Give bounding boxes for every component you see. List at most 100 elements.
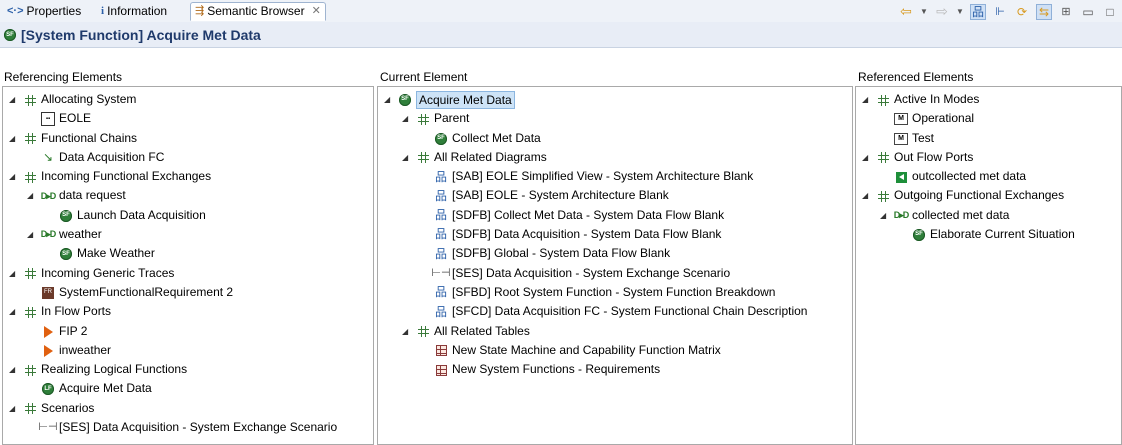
expand-twisty-icon[interactable]: ◢ (862, 186, 868, 205)
tree-item[interactable]: ⊢⊣ [SES] Data Acquisition - System Exchan… (378, 264, 852, 283)
tree-item-label: Launch Data Acquisition (77, 207, 206, 222)
expand-twisty-icon[interactable]: ◢ (862, 148, 868, 167)
tree-item[interactable]: SF Launch Data Acquisition (3, 206, 373, 225)
tree-item-icon-wrap: D▸D (40, 228, 57, 242)
referencing-elements-tree[interactable]: ◢ Allocating System ▪▪ EOLE ◢ Functional Chai… (2, 86, 374, 445)
expand-twisty-icon[interactable]: ◢ (9, 129, 15, 148)
expand-twisty-icon[interactable]: ◢ (402, 322, 408, 341)
tree-item[interactable]: 品 [SDFB] Data Acquisition - System Data F… (378, 225, 852, 244)
expand-twisty-icon[interactable]: ◢ (880, 206, 886, 225)
tree-item[interactable]: 品 [SFBD] Root System Function - System Fu… (378, 283, 852, 302)
refresh-icon[interactable]: ⟳ (1014, 4, 1030, 20)
tree-item[interactable]: 品 [SAB] EOLE - System Architecture Blank (378, 186, 852, 205)
tree-item-label: [SAB] EOLE - System Architecture Blank (452, 188, 669, 203)
tree-item[interactable]: SF Collect Met Data (378, 129, 852, 148)
system-function-icon: SF (60, 248, 72, 261)
functional-exchange-icon: D▸D (40, 229, 57, 240)
current-element-tree[interactable]: ◢ SF Acquire Met Data ◢ Parent SF Collect Met … (377, 86, 853, 445)
tree-item[interactable]: ⊢⊣ [SES] Data Acquisition - System Exchan… (3, 418, 373, 437)
close-icon[interactable]: ✕ (312, 2, 321, 21)
tree-item[interactable]: LF Acquire Met Data (3, 379, 373, 398)
link-icon[interactable]: ⇆ (1036, 3, 1052, 20)
out-flow-port-icon (895, 171, 907, 183)
tree-item-icon-wrap (41, 344, 55, 358)
tree-item[interactable]: ◢ D▸D collected met data (856, 206, 1121, 225)
tree-item[interactable]: ↘ Data Acquisition FC (3, 148, 373, 167)
tree-item-label: [SDFB] Global - System Data Flow Blank (452, 246, 671, 261)
tree-item[interactable]: ◢ Incoming Functional Exchanges (3, 167, 373, 186)
category-grid-icon (877, 94, 889, 106)
tree-item[interactable]: ◢ Parent (378, 109, 852, 128)
tree-item-label: Operational (912, 111, 975, 126)
expand-twisty-icon[interactable]: ◢ (9, 264, 15, 283)
tree-item-label: All Related Tables (434, 323, 530, 338)
tree-item[interactable]: FIP 2 (3, 322, 373, 341)
expand-twisty-icon[interactable]: ◢ (9, 399, 15, 418)
expand-twisty-icon[interactable]: ◢ (9, 360, 15, 379)
tree-item[interactable]: ◢ D▸D data request (3, 186, 373, 205)
tree-item[interactable]: ◢ All Related Diagrams (378, 148, 852, 167)
tab-properties[interactable]: <·> Properties (2, 2, 96, 21)
tree-item[interactable]: ◢ Outgoing Functional Exchanges (856, 186, 1121, 205)
tree-item[interactable]: ◢ Active In Modes (856, 90, 1121, 109)
diagram-toggle-icon[interactable]: 品 (970, 3, 986, 20)
tree-item[interactable]: SF Elaborate Current Situation (856, 225, 1121, 244)
forward-icon[interactable]: ⇨ (934, 3, 950, 20)
expand-twisty-icon[interactable]: ◢ (9, 302, 15, 321)
referenced-elements-tree[interactable]: ◢ Active In Modes M Operational M Test ◢ Out Fl… (855, 86, 1122, 445)
expand-twisty-icon[interactable]: ◢ (9, 90, 15, 109)
tree-item[interactable]: ◢ Out Flow Ports (856, 148, 1121, 167)
tree-item[interactable]: ◢ D▸D weather (3, 225, 373, 244)
forward-dropdown-icon[interactable]: ▼ (956, 4, 964, 20)
tree-item[interactable]: ◢ Incoming Generic Traces (3, 264, 373, 283)
tree-item-label: Active In Modes (894, 92, 980, 106)
tree-item[interactable]: inweather (3, 341, 373, 360)
functional-exchange-icon: D▸D (40, 190, 57, 201)
tree-item[interactable]: ◢ SF Acquire Met Data (378, 90, 852, 109)
category-grid-icon (417, 113, 429, 125)
tree-item[interactable]: 品 [SAB] EOLE Simplified View - System Arc… (378, 167, 852, 186)
tree-item[interactable]: ◢ In Flow Ports (3, 302, 373, 321)
tree-item[interactable]: New System Functions - Requirements (378, 360, 852, 379)
scenario-icon: ⊢⊣ (431, 267, 451, 280)
expand-twisty-icon[interactable]: ◢ (402, 148, 408, 167)
expand-twisty-icon[interactable]: ◢ (27, 186, 33, 205)
expand-twisty-icon[interactable]: ◢ (27, 225, 33, 244)
tree-item-label: [SES] Data Acquisition - System Exchange… (59, 420, 338, 435)
tree-icon[interactable]: ⊩ (992, 4, 1008, 20)
tree-item[interactable]: FR SystemFunctionalRequirement 2 (3, 283, 373, 302)
tree-item[interactable]: ◢ Realizing Logical Functions (3, 360, 373, 379)
minimize-icon[interactable]: ▭ (1080, 4, 1096, 20)
tree-item-icon-wrap: 品 (434, 305, 448, 319)
expand-twisty-icon[interactable]: ◢ (9, 167, 15, 186)
expand-twisty-icon[interactable]: ◢ (384, 90, 390, 109)
tree-item[interactable]: SF Make Weather (3, 244, 373, 263)
tab-semantic-browser[interactable]: ⇶ Semantic Browser ✕ (190, 2, 326, 21)
tree-item[interactable]: 品 [SFCD] Data Acquisition FC - System Fun… (378, 302, 852, 321)
tree-item[interactable]: ◢ Functional Chains (3, 129, 373, 148)
tree-item[interactable]: ▪▪ EOLE (3, 109, 373, 128)
semantic-browser-icon: ⇶ (195, 5, 205, 17)
tree-item-icon-wrap: ▪▪ (41, 112, 55, 127)
tree-item[interactable]: New State Machine and Capability Functio… (378, 341, 852, 360)
tree-item[interactable]: 品 [SDFB] Global - System Data Flow Blank (378, 244, 852, 263)
tree-item[interactable]: outcollected met data (856, 167, 1121, 186)
maximize-icon[interactable]: □ (1102, 4, 1118, 20)
tree-item[interactable]: ◢ All Related Tables (378, 322, 852, 341)
expand-twisty-icon[interactable]: ◢ (402, 109, 408, 128)
tree-item[interactable]: M Test (856, 129, 1121, 148)
tab-information[interactable]: i Information (96, 2, 190, 21)
back-dropdown-icon[interactable]: ▼ (920, 4, 928, 20)
tree-item-label: Functional Chains (41, 130, 138, 145)
tab-label: Semantic Browser (207, 4, 305, 18)
diagram-icon: 品 (434, 227, 447, 242)
tree-item[interactable]: M Operational (856, 109, 1121, 128)
tree-item[interactable]: ◢ Allocating System (3, 90, 373, 109)
tree-item[interactable]: 品 [SDFB] Collect Met Data - System Data F… (378, 206, 852, 225)
back-icon[interactable]: ⇦ (898, 3, 914, 20)
tree-item-icon-wrap (23, 132, 37, 146)
tree-item[interactable]: ◢ Scenarios (3, 399, 373, 418)
system-function-icon: SF (913, 229, 925, 242)
expand-twisty-icon[interactable]: ◢ (862, 90, 868, 109)
layout-icon[interactable]: ⊞ (1058, 4, 1074, 20)
